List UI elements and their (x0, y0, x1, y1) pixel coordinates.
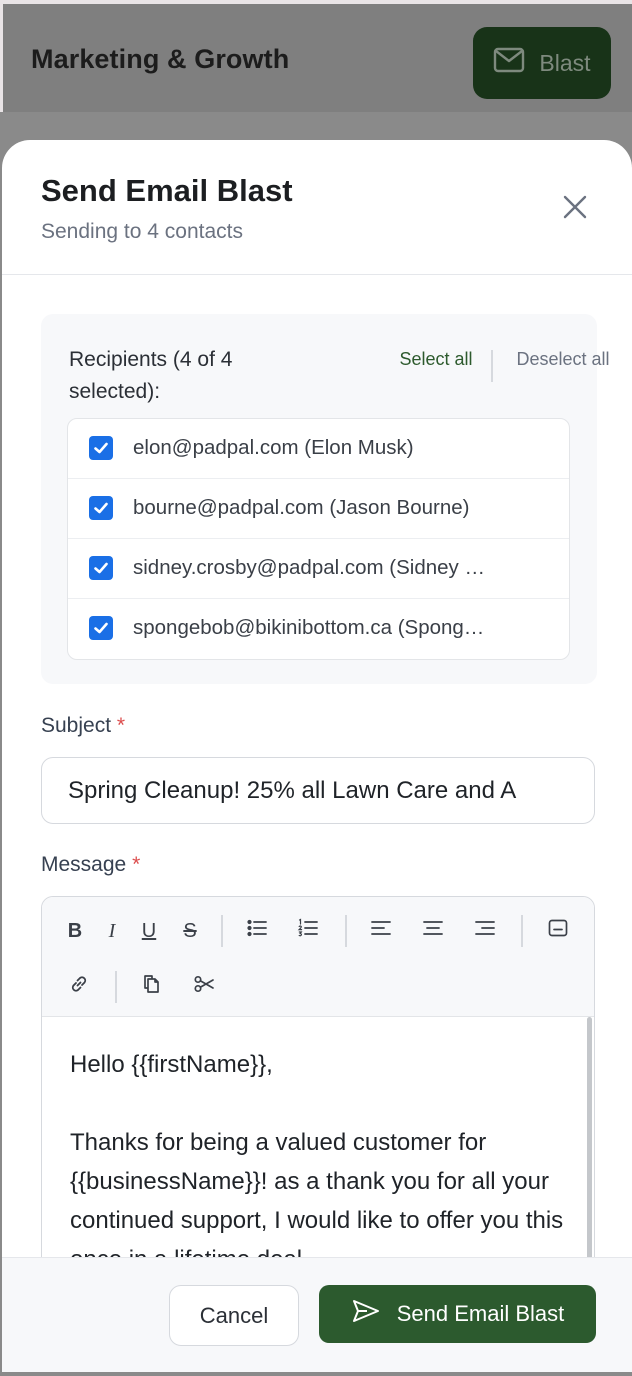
recipient-checkbox[interactable] (89, 616, 113, 640)
editor-scrollbar[interactable] (587, 1017, 592, 1277)
align-left-icon (370, 917, 392, 945)
placeholder-icon (547, 917, 569, 945)
message-editor: B I U S Hello {{firstName}}, Thanks for … (41, 896, 595, 1296)
modal-footer: Cancel Send Email Blast (2, 1257, 632, 1372)
subject-label: Subject * (41, 714, 125, 738)
page-title: Marketing & Growth (31, 44, 290, 74)
placeholder-button[interactable] (542, 915, 574, 947)
message-line: Hello {{firstName}}, (70, 1051, 273, 1078)
recipients-label: Recipients (4 of 4 selected): (69, 348, 233, 403)
background-header: Marketing & Growth Blast (0, 0, 632, 112)
message-label-text: Message (41, 853, 127, 876)
recipient-row[interactable]: sidney.crosby@padpal.com (Sidney … (68, 539, 569, 599)
copy-button[interactable] (136, 971, 168, 1003)
recipient-email: spongebob@bikinibottom.ca (Spong… (133, 616, 485, 639)
recipient-row[interactable]: spongebob@bikinibottom.ca (Spong… (68, 599, 569, 659)
deselect-all-link[interactable]: Deselect all (513, 346, 613, 372)
editor-toolbar: B I U S (42, 897, 594, 1017)
send-email-blast-button[interactable]: Send Email Blast (319, 1285, 596, 1343)
message-label: Message * (41, 853, 140, 877)
send-email-blast-modal: Send Email Blast Sending to 4 contacts R… (2, 140, 632, 1372)
send-icon (351, 1298, 381, 1330)
italic-button[interactable]: I (96, 915, 128, 947)
required-mark: * (116, 714, 126, 737)
bold-button[interactable]: B (59, 915, 91, 947)
link-button[interactable] (63, 971, 95, 1003)
modal-title: Send Email Blast (41, 173, 293, 208)
editor-content[interactable]: Hello {{firstName}}, Thanks for being a … (42, 1017, 594, 1295)
blast-button[interactable]: Blast (473, 27, 611, 99)
link-icon (68, 973, 90, 1001)
toolbar-divider (345, 915, 347, 947)
cut-button[interactable] (188, 971, 220, 1003)
bullet-list-button[interactable] (241, 915, 273, 947)
close-icon (560, 195, 590, 226)
modal-subtitle: Sending to 4 contacts (41, 220, 243, 243)
recipient-row[interactable]: bourne@padpal.com (Jason Bourne) (68, 479, 569, 539)
cancel-button[interactable]: Cancel (169, 1285, 299, 1346)
align-right-button[interactable] (469, 915, 501, 947)
recipient-email: bourne@padpal.com (Jason Bourne) (133, 496, 470, 519)
select-all-link[interactable]: Select all (396, 346, 476, 372)
recipient-list: elon@padpal.com (Elon Musk) bourne@padpa… (67, 418, 570, 660)
align-left-button[interactable] (365, 915, 397, 947)
subject-label-text: Subject (41, 714, 112, 737)
recipient-checkbox[interactable] (89, 556, 113, 580)
subject-input[interactable]: Spring Cleanup! 25% all Lawn Care and A (41, 757, 595, 824)
mail-icon (493, 47, 525, 79)
align-center-button[interactable] (417, 915, 449, 947)
copy-icon (141, 973, 163, 1001)
strikethrough-button[interactable]: S (174, 915, 206, 947)
message-paragraph: Thanks for being a valued customer for {… (70, 1129, 564, 1273)
numbered-list-icon (297, 917, 319, 945)
recipient-row[interactable]: elon@padpal.com (Elon Musk) (68, 419, 569, 479)
required-mark: * (132, 853, 141, 876)
toolbar-divider (521, 915, 523, 947)
divider (491, 350, 493, 382)
toolbar-divider (221, 915, 223, 947)
numbered-list-button[interactable] (292, 915, 324, 947)
bullet-list-icon (246, 917, 268, 945)
blast-button-label: Blast (539, 49, 591, 76)
underline-button[interactable]: U (133, 915, 165, 947)
recipient-checkbox[interactable] (89, 496, 113, 520)
recipients-panel: Recipients (4 of 4 selected): Select all… (41, 314, 610, 684)
close-button[interactable] (560, 192, 590, 222)
recipient-email: sidney.crosby@padpal.com (Sidney … (133, 556, 486, 579)
recipient-email: elon@padpal.com (Elon Musk) (133, 436, 414, 459)
toolbar-divider (115, 971, 117, 1003)
recipient-checkbox[interactable] (89, 436, 113, 460)
cut-icon (193, 973, 215, 1001)
send-button-label: Send Email Blast (396, 1301, 565, 1326)
modal-header: Send Email Blast Sending to 4 contacts (2, 140, 632, 275)
align-right-icon (474, 917, 496, 945)
align-center-icon (422, 917, 444, 945)
